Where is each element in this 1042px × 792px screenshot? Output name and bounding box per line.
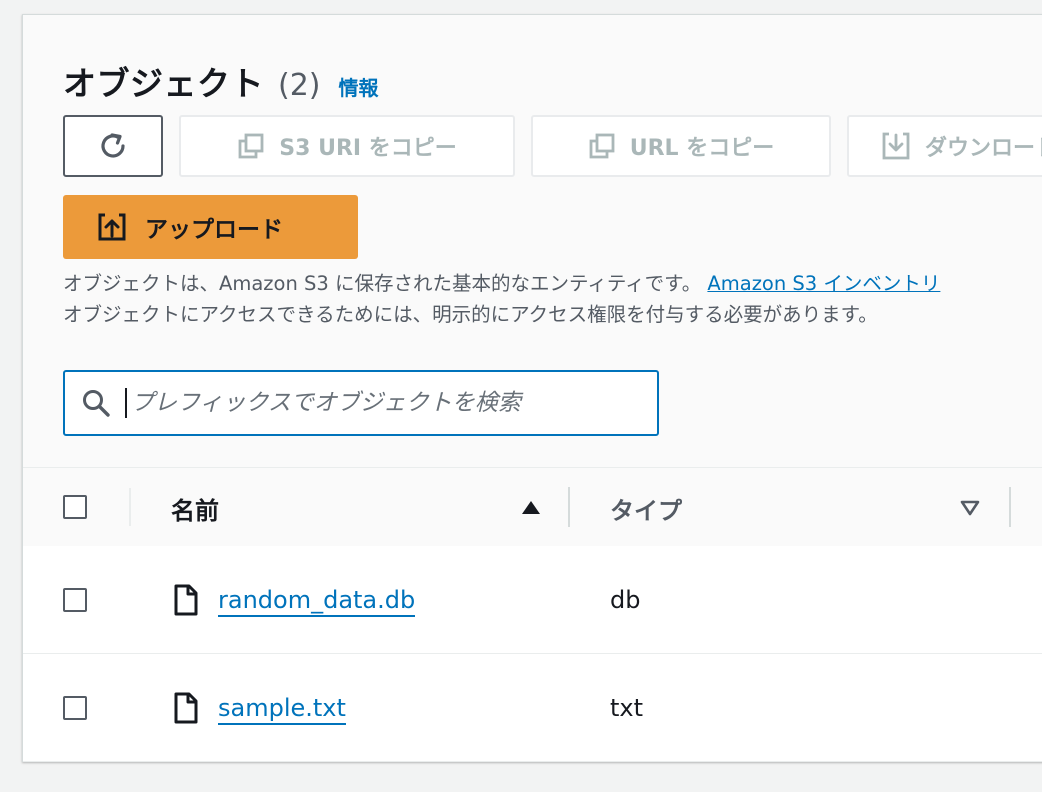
objects-panel: オブジェクト (2) 情報 S3 URI をコピー URL をコピー ダウンロー… — [22, 14, 1042, 762]
column-resizer[interactable] — [1009, 487, 1011, 527]
copy-icon — [588, 132, 616, 160]
download-button[interactable]: ダウンロード — [847, 115, 1042, 177]
search-input[interactable] — [131, 390, 611, 416]
search-icon — [81, 388, 111, 418]
text-cursor — [125, 388, 127, 418]
panel-header: オブジェクト (2) 情報 — [63, 57, 379, 103]
object-name-link[interactable]: random_data.db — [218, 585, 416, 617]
download-label: ダウンロード — [925, 136, 1042, 161]
copy-icon — [237, 132, 265, 160]
copy-s3-uri-label: S3 URI をコピー — [279, 136, 457, 161]
info-link[interactable]: 情報 — [339, 72, 379, 101]
refresh-button[interactable] — [63, 115, 163, 177]
column-divider — [129, 488, 131, 526]
table-header: 名前 タイプ — [23, 467, 1042, 547]
column-header-name[interactable]: 名前 — [171, 491, 219, 526]
column-resizer[interactable] — [568, 487, 570, 527]
download-icon — [881, 131, 911, 161]
object-name-link[interactable]: sample.txt — [218, 693, 346, 725]
select-all-checkbox[interactable] — [63, 495, 87, 519]
inventory-link[interactable]: Amazon S3 インベントリ — [707, 272, 940, 295]
sort-ascending-icon[interactable] — [521, 499, 541, 515]
copy-url-button[interactable]: URL をコピー — [531, 115, 831, 177]
file-icon — [173, 584, 199, 616]
objects-description: オブジェクトは、Amazon S3 に保存された基本的なエンティティです。 Am… — [63, 268, 1042, 330]
row-checkbox[interactable] — [63, 696, 87, 720]
copy-s3-uri-button[interactable]: S3 URI をコピー — [179, 115, 515, 177]
description-text-1: オブジェクトは、Amazon S3 に保存された基本的なエンティティです。 — [63, 272, 702, 295]
row-checkbox[interactable] — [63, 588, 87, 612]
page-title: オブジェクト — [63, 64, 264, 103]
upload-icon — [97, 212, 127, 242]
object-type: db — [610, 586, 641, 614]
refresh-icon — [96, 129, 130, 163]
file-icon — [173, 692, 199, 724]
description-line-1: オブジェクトは、Amazon S3 に保存された基本的なエンティティです。 Am… — [63, 268, 1042, 299]
search-box[interactable] — [63, 370, 659, 436]
column-header-type[interactable]: タイプ — [610, 491, 682, 526]
sort-descending-outline-icon[interactable] — [960, 500, 980, 516]
upload-button[interactable]: アップロード — [63, 195, 358, 259]
object-count: (2) — [278, 68, 321, 103]
table-row[interactable]: random_data.db db — [23, 546, 1042, 654]
description-line-2: オブジェクトにアクセスできるためには、明示的にアクセス権限を付与する必要がありま… — [63, 303, 878, 326]
table-row[interactable]: sample.txt txt — [23, 654, 1042, 762]
upload-label: アップロード — [145, 217, 283, 243]
object-type: txt — [610, 694, 644, 722]
copy-url-label: URL をコピー — [629, 136, 775, 161]
